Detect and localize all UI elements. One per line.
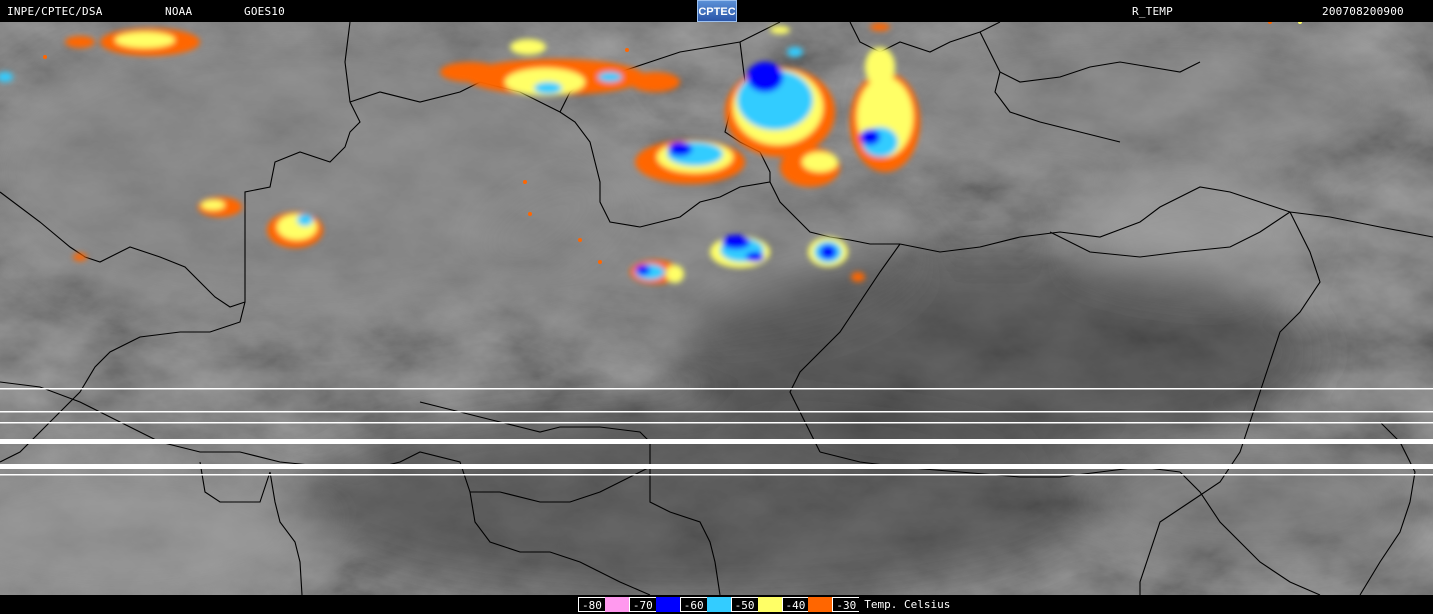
legend-swatch [706,597,731,612]
legend-swatch [655,597,680,612]
satellite-map [0,22,1433,595]
logo-text: CPTEC [699,6,735,18]
header-bar: INPE/CPTEC/DSA NOAA GOES10 CPTEC R_TEMP … [0,0,1433,22]
legend-swatch [757,597,782,612]
legend-label: -30 [832,597,860,612]
product-label: R_TEMP [1132,5,1173,18]
legend-label: -60 [679,597,707,612]
cptec-logo: CPTEC [697,0,737,22]
legend-label: -70 [628,597,656,612]
source-label: INPE/CPTEC/DSA [7,5,103,18]
legend-swatch [808,597,833,612]
legend-unit: Temp. Celsius [864,598,951,611]
satellite-label: GOES10 [244,5,285,18]
cptec-logo-icon: CPTEC [699,6,735,18]
legend-label: -80 [578,597,605,612]
temperature-legend: -80 -70 -60 -50 -40 -30 Temp. Celsius [578,596,950,613]
legend-label: -50 [730,597,758,612]
legend-swatch [604,597,629,612]
timestamp-label: 200708200900 [1322,5,1404,18]
legend-label: -40 [781,597,809,612]
agency-label: NOAA [165,5,193,18]
